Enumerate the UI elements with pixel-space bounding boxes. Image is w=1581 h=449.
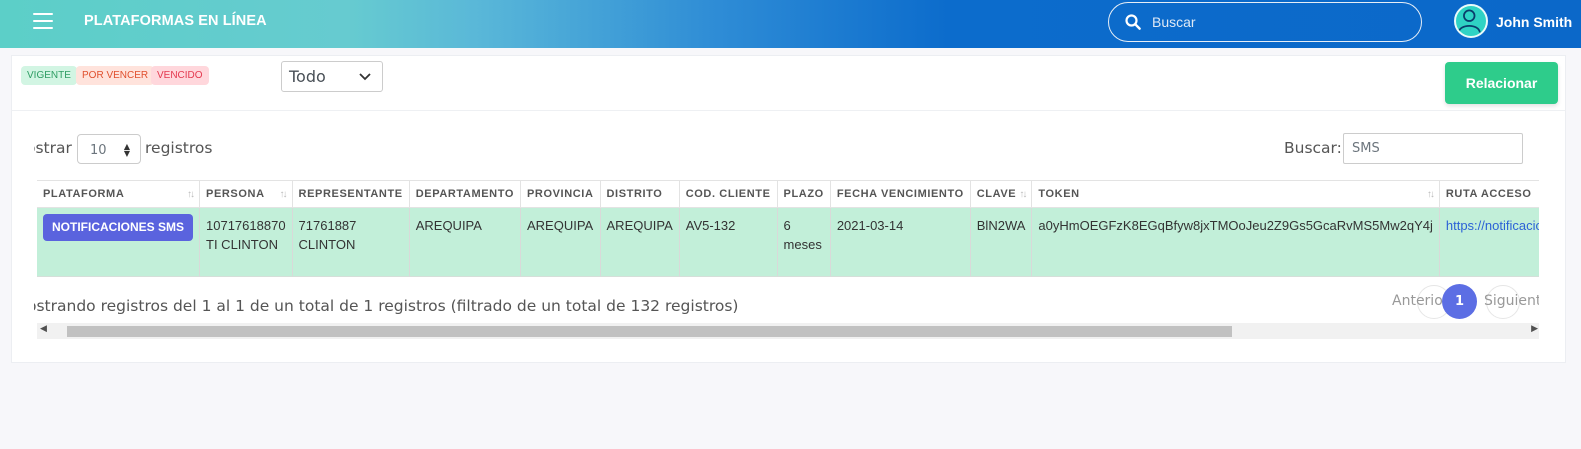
cell-persona: 10717618870 TI CLINTON (199, 207, 293, 277)
sort-icon: ↑↓ (1019, 189, 1027, 200)
horizontal-scrollbar[interactable]: ◀ ▶ (37, 323, 1539, 339)
table-info-text: ostrando registros del 1 al 1 de un tota… (34, 297, 739, 315)
scroll-left-arrow-icon[interactable]: ◀ (40, 324, 47, 334)
cell-ruta-acceso: https://notificacion.clintontapia.com/ (1439, 207, 1539, 277)
col-clave[interactable]: CLAVE ↑↓ (970, 180, 1033, 208)
user-avatar[interactable] (1454, 4, 1488, 38)
col-departamento[interactable]: DEPARTAMENTO (409, 180, 521, 208)
col-representante[interactable]: REPRESENTANTE (292, 180, 410, 208)
datatable-wrapper: ostrar 10 ▲▼ registros Buscar: PLATAFORM… (34, 111, 1539, 364)
relacionar-button[interactable]: Relacionar (1445, 62, 1558, 104)
status-badge-vigente[interactable]: VIGENTE (21, 66, 77, 85)
global-search[interactable] (1108, 2, 1422, 42)
cell-fecha-vencimiento: 2021-03-14 (830, 207, 971, 277)
cell-clave: BlN2WA (970, 207, 1033, 277)
top-navbar: PLATAFORMAS EN LÍNEA John Smith (0, 0, 1581, 48)
user-avatar-icon (1457, 9, 1481, 33)
status-badge-vencido[interactable]: VENCIDO (151, 66, 209, 85)
scrollbar-thumb[interactable] (67, 326, 1232, 337)
cell-cod-cliente: AV5-132 (679, 207, 778, 277)
col-plataforma[interactable]: PLATAFORMA ↑↓ (37, 180, 201, 208)
col-ruta-acceso[interactable]: RUTA ACCESO↑↓ (1439, 180, 1539, 208)
filter-card: VIGENTE POR VENCER VENCIDO Todo Relacion… (11, 55, 1566, 110)
length-label-after: registros (145, 139, 213, 157)
length-label-before: ostrar (34, 139, 72, 157)
status-filter-select[interactable]: Todo (281, 61, 383, 92)
cell-distrito: AREQUIPA (600, 207, 680, 277)
global-search-input[interactable] (1152, 11, 1412, 33)
cell-representante: 71761887 CLINTON (292, 207, 410, 277)
table-search-input[interactable] (1343, 133, 1523, 164)
scroll-right-arrow-icon[interactable]: ▶ (1531, 324, 1538, 334)
col-persona[interactable]: PERSONA ↑↓ (199, 180, 293, 208)
sort-icon: ↑↓ (187, 189, 195, 200)
status-badge-por-vencer[interactable]: POR VENCER (76, 66, 155, 85)
cell-plataforma: NOTIFICACIONES SMS (37, 207, 201, 277)
pagination-next[interactable]: Siguiente (1484, 293, 1539, 309)
col-token[interactable]: TOKEN ↑↓ (1031, 180, 1440, 208)
updown-arrow-icon: ▲ ▼ (123, 142, 130, 158)
col-fecha-vencimiento[interactable]: FECHA VENCIMIENTO (830, 180, 971, 208)
pagination-page-1[interactable]: 1 (1442, 284, 1477, 319)
hamburger-menu-icon[interactable] (33, 13, 53, 31)
cell-departamento: AREQUIPA (409, 207, 521, 277)
app-title: PLATAFORMAS EN LÍNEA (84, 13, 267, 29)
sort-icon: ↑↓ (1426, 189, 1435, 200)
user-name[interactable]: John Smith (1496, 14, 1572, 30)
page-length-value: 10 (90, 143, 107, 158)
col-provincia[interactable]: PROVINCIA (520, 180, 601, 208)
table-row: NOTIFICACIONES SMS 10717618870 TI CLINTON… (37, 207, 1539, 277)
pagination-prev[interactable]: Anterior (1392, 293, 1449, 309)
table-header-row: PLATAFORMA ↑↓ PERSONA ↑↓ REPRESENTANTE DEP… (37, 180, 1539, 208)
table-search-label: Buscar: (1284, 139, 1342, 157)
access-url-link[interactable]: https://notificacion.clintontapia.com/ (1446, 218, 1539, 233)
sort-icon: ↑↓ (279, 189, 288, 200)
platforms-table: PLATAFORMA ↑↓ PERSONA ↑↓ REPRESENTANTE DEP… (37, 180, 1539, 277)
platform-button[interactable]: NOTIFICACIONES SMS (43, 214, 194, 241)
search-icon (1125, 14, 1141, 30)
cell-provincia: AREQUIPA (520, 207, 601, 277)
page-length-select[interactable]: 10 ▲ ▼ (77, 134, 141, 164)
cell-token: a0yHmOEGFzK8EGqBfyw8jxTMOoJeu2Z9Gs5GcaRv… (1031, 207, 1440, 277)
cell-plazo: 6 meses (777, 207, 831, 277)
col-distrito[interactable]: DISTRITO (600, 180, 680, 208)
col-cod-cliente[interactable]: COD. CLIENTE (679, 180, 778, 208)
col-plazo[interactable]: PLAZO (777, 180, 831, 208)
datatable-card: ostrar 10 ▲▼ registros Buscar: PLATAFORM… (11, 110, 1566, 363)
status-filter-value: Todo (289, 67, 326, 86)
chevron-down-icon (359, 73, 371, 81)
